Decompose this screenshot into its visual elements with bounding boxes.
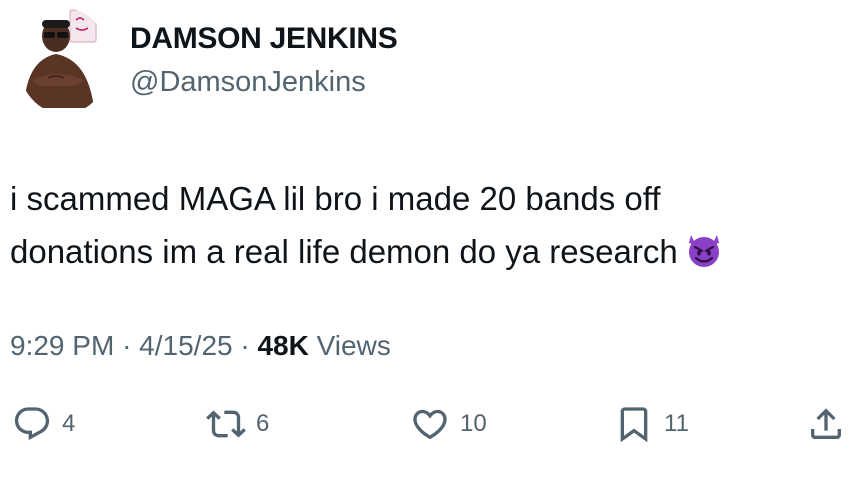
like-count: 10 <box>460 410 487 437</box>
meta-separator: · <box>122 330 132 361</box>
like-button[interactable]: 10 <box>410 402 487 446</box>
tweet-date[interactable]: 4/15/25 <box>139 330 232 361</box>
tweet-text: i scammed MAGA lil bro i made 20 bands o… <box>10 172 850 284</box>
tweet-meta: 9:29 PM · 4/15/25 · 48K Views <box>10 330 391 362</box>
tweet-text-line-2-content: donations im a real life demon do ya res… <box>10 233 678 270</box>
avatar-image <box>24 9 97 108</box>
repost-icon <box>206 410 246 438</box>
tweet-card: DAMSON JENKINS @DamsonJenkins i scammed … <box>0 0 860 486</box>
reply-button[interactable]: 4 <box>12 402 75 446</box>
share-icon <box>811 408 841 439</box>
meta-separator: · <box>240 330 250 361</box>
tweet-text-line-2: donations im a real life demon do ya res… <box>10 225 850 284</box>
author-handle[interactable]: @DamsonJenkins <box>130 66 366 99</box>
repost-button[interactable]: 6 <box>206 402 269 446</box>
bookmark-count: 11 <box>664 410 689 437</box>
reply-count: 4 <box>62 410 76 437</box>
tweet-time[interactable]: 9:29 PM <box>10 330 114 361</box>
tweet-actions: 4 6 10 11 <box>0 402 860 446</box>
smiling-devil-emoji-icon <box>684 229 724 284</box>
bookmark-icon <box>620 407 648 443</box>
share-button[interactable] <box>806 402 846 446</box>
reply-icon <box>14 407 50 441</box>
views-label: Views <box>316 330 391 361</box>
heart-icon <box>413 409 447 440</box>
repost-count: 6 <box>256 410 270 437</box>
views-count: 48K <box>257 330 309 361</box>
tweet-text-line-1: i scammed MAGA lil bro i made 20 bands o… <box>10 180 661 217</box>
bookmark-button[interactable]: 11 <box>614 402 689 446</box>
author-avatar[interactable] <box>18 8 110 114</box>
author-display-name[interactable]: DAMSON JENKINS <box>130 22 398 56</box>
